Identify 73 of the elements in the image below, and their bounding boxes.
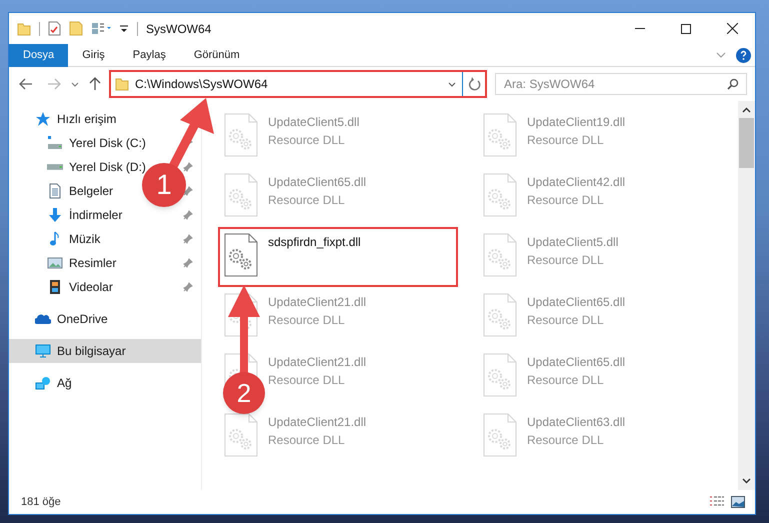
view-icon[interactable]: [91, 21, 113, 36]
up-arrow-icon[interactable]: [89, 77, 101, 91]
pin-icon[interactable]: [183, 210, 193, 220]
ribbon-tab[interactable]: Dosya: [9, 44, 68, 66]
pin-icon[interactable]: [183, 258, 193, 268]
item-count: 181 öğe: [21, 494, 61, 510]
customize-icon[interactable]: [119, 22, 129, 34]
help-icon[interactable]: [736, 48, 751, 62]
sidebar-item[interactable]: OneDrive: [57, 312, 108, 326]
file-type: Resource DLL: [527, 192, 605, 209]
chevron-down-icon[interactable]: [448, 82, 456, 86]
scrollbar-thumb[interactable]: [739, 118, 754, 168]
download-arrow-icon: [47, 207, 63, 223]
dll-file-icon: [224, 113, 258, 157]
dll-file-icon: [224, 173, 258, 217]
dll-file-icon: [483, 293, 517, 337]
sidebar-item[interactable]: Bu bilgisayar: [57, 344, 126, 358]
file-type: Resource DLL: [527, 432, 605, 449]
pin-icon[interactable]: [183, 186, 193, 196]
chevron-up-icon[interactable]: [742, 107, 751, 113]
scrollbar[interactable]: [738, 101, 755, 490]
file-type: Resource DLL: [268, 312, 346, 329]
details-view-icon[interactable]: [709, 496, 725, 508]
sidebar-item[interactable]: Ağ: [57, 376, 72, 390]
file-type: Resource DLL: [527, 372, 605, 389]
chevron-down-icon[interactable]: [742, 478, 751, 484]
ribbon-tab[interactable]: Görünüm: [180, 44, 254, 66]
address-path: C:\Windows\SysWOW64: [135, 76, 269, 93]
file-type: Resource DLL: [268, 432, 346, 449]
properties-icon[interactable]: [48, 21, 61, 36]
document-icon: [47, 183, 63, 199]
monitor-icon: [35, 343, 51, 359]
dll-file-icon: [224, 233, 258, 277]
network-icon: [35, 375, 51, 391]
dll-file-icon: [483, 413, 517, 457]
sidebar-item[interactable]: Belgeler: [69, 184, 114, 198]
ribbon-tab[interactable]: Paylaş: [118, 44, 180, 66]
picture-icon[interactable]: [731, 496, 745, 508]
back-arrow-icon[interactable]: [19, 78, 33, 90]
window-title: SysWOW64: [146, 20, 212, 38]
close-icon: [726, 23, 738, 34]
file-name[interactable]: sdspfirdn_fixpt.dll: [268, 233, 361, 251]
sidebar-item[interactable]: Müzik: [69, 232, 100, 246]
dll-file-icon: [483, 113, 517, 157]
file-type: Resource DLL: [527, 132, 605, 149]
sidebar-item[interactable]: Videolar: [69, 280, 113, 294]
film-icon: [47, 279, 63, 295]
ribbon-tab[interactable]: Giriş: [68, 44, 119, 66]
dll-file-icon: [483, 233, 517, 277]
star-icon: [35, 111, 51, 127]
pin-icon[interactable]: [183, 234, 193, 244]
sidebar-item[interactable]: Yerel Disk (C:): [69, 136, 146, 150]
dll-file-icon: [483, 173, 517, 217]
sidebar-item[interactable]: Resimler: [69, 256, 116, 270]
file-type: Resource DLL: [527, 312, 605, 329]
pin-icon[interactable]: [183, 162, 193, 172]
file-type: Resource DLL: [268, 372, 346, 389]
address-bar[interactable]: C:\Windows\SysWOW64: [109, 70, 487, 98]
drive-icon: [47, 135, 63, 151]
file-type: Resource DLL: [268, 192, 346, 209]
pin-icon[interactable]: [183, 282, 193, 292]
file-type: Resource DLL: [527, 252, 605, 269]
dll-file-icon: [483, 353, 517, 397]
sidebar-item[interactable]: Hızlı erişim: [57, 112, 116, 126]
sidebar-item[interactable]: İndirmeler: [69, 208, 122, 222]
dll-file-icon: [224, 413, 258, 457]
drive-icon: [47, 164, 63, 170]
picture-icon: [47, 255, 63, 271]
search-icon[interactable]: [727, 78, 739, 90]
search-field[interactable]: Ara: SysWOW64: [495, 73, 747, 95]
folder-icon: [115, 77, 129, 91]
file-type: Resource DLL: [268, 132, 346, 149]
folder-icon: [17, 22, 31, 36]
